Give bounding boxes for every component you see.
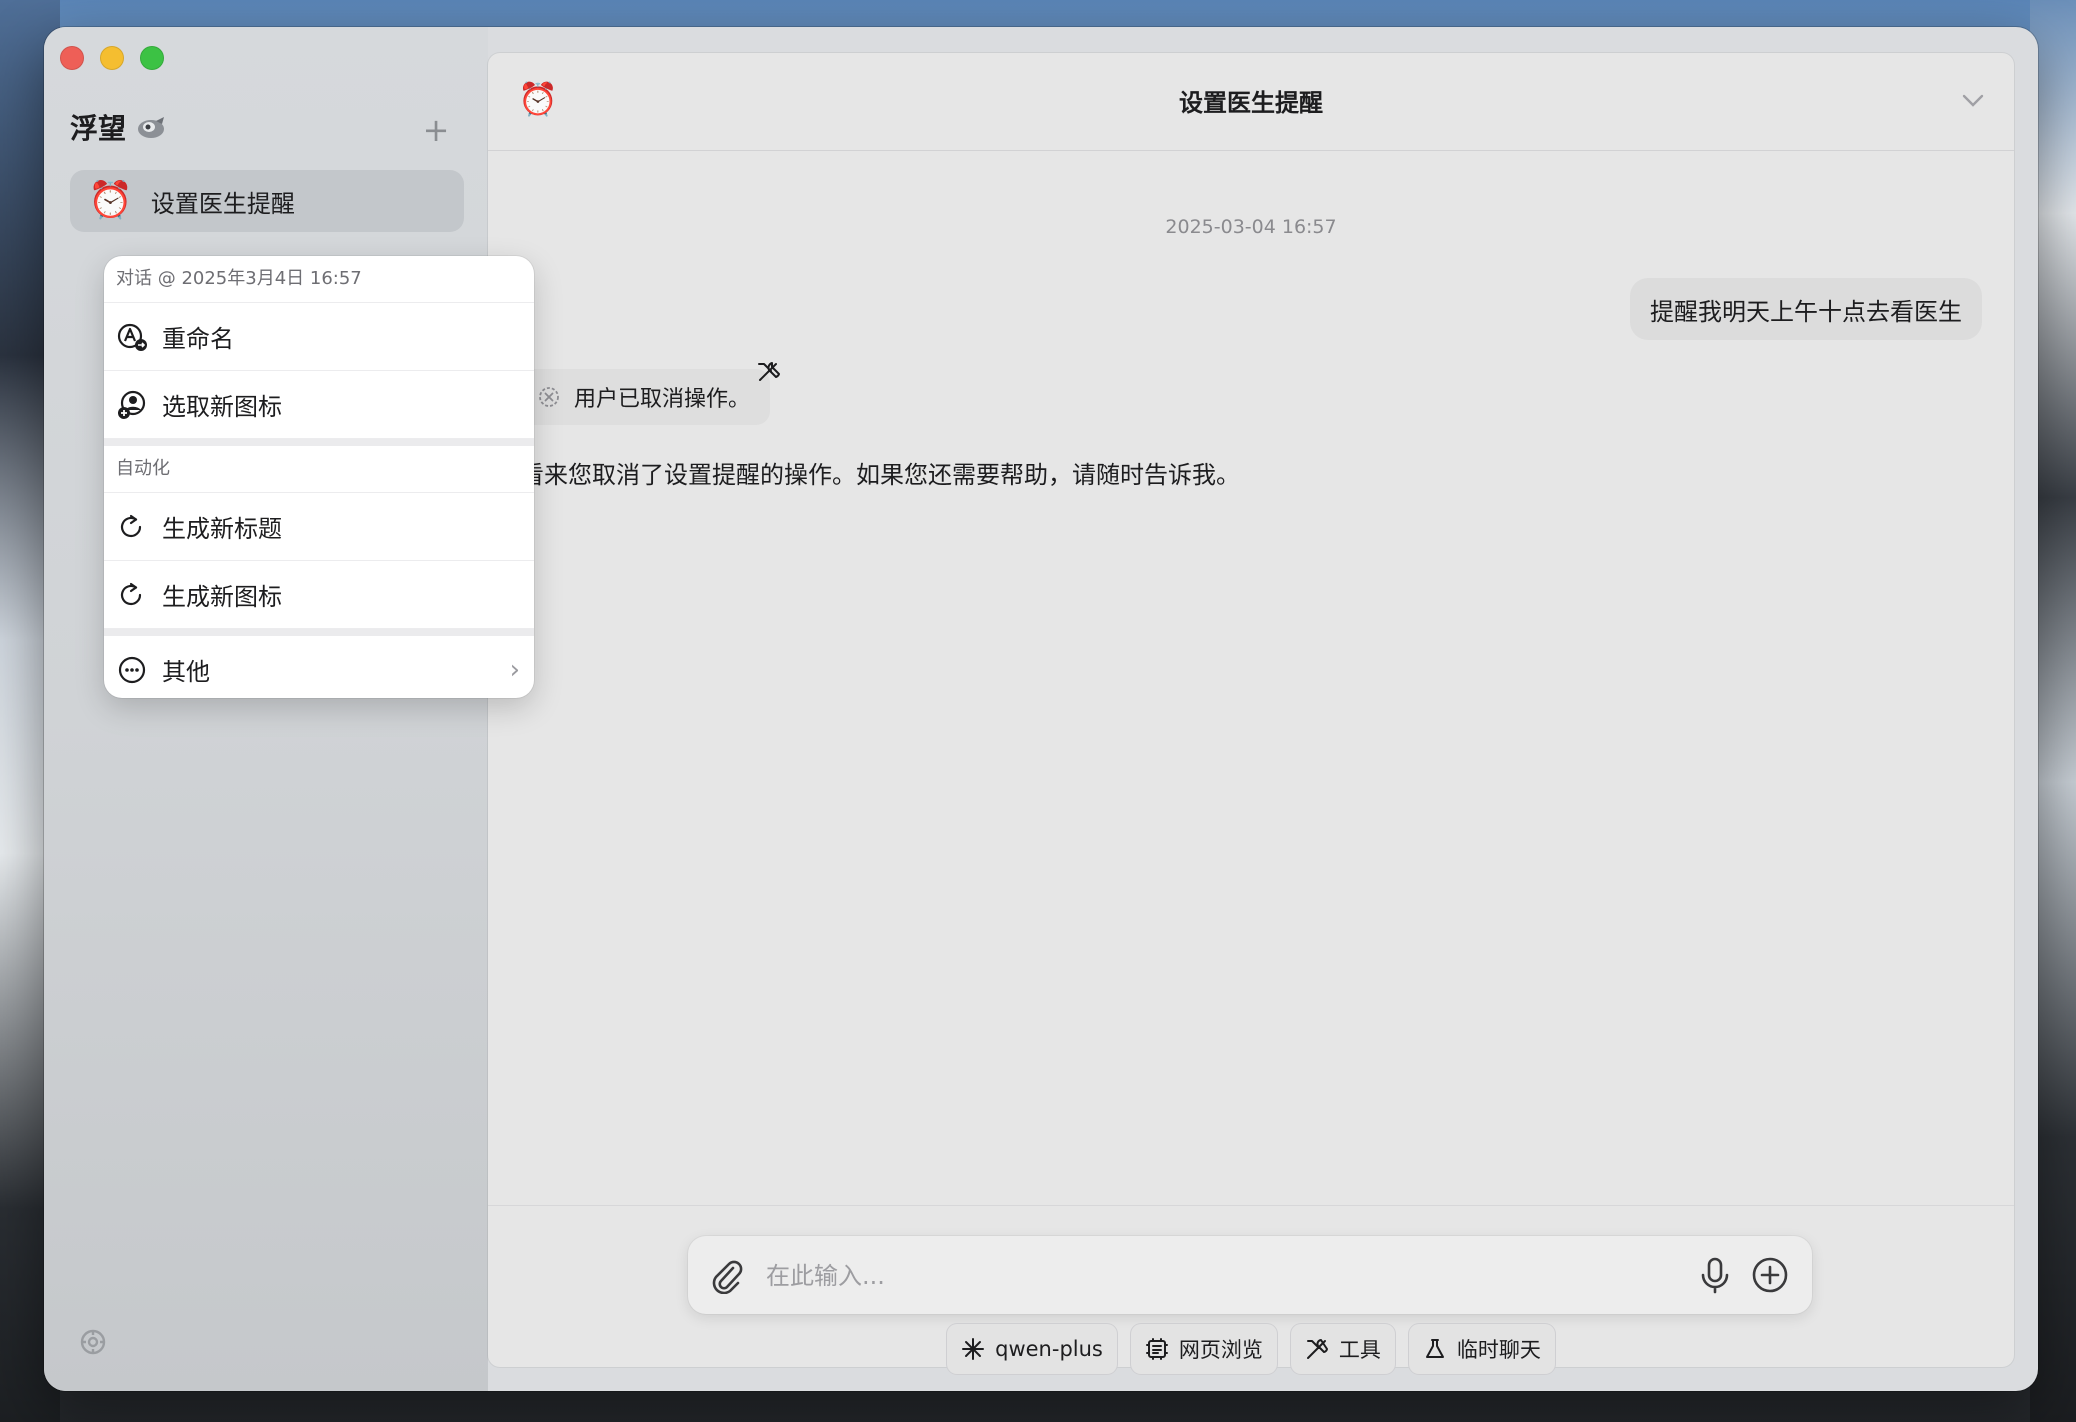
temporary-chat-chip[interactable]: 临时聊天 — [1408, 1324, 1555, 1374]
minimize-window-button[interactable] — [100, 46, 124, 70]
assistant-message-text: 看来您取消了设置提醒的操作。如果您还需要帮助，请随时告诉我。 — [520, 461, 1240, 489]
chat-title: 设置医生提醒 — [1179, 89, 1323, 117]
window-controls — [60, 46, 164, 70]
chevron-right-icon: › — [509, 654, 520, 685]
refresh-icon — [120, 582, 142, 605]
web-browse-icon — [1145, 1338, 1168, 1360]
conversation-context-menu: 对话 @ 2025年3月4日 16:57 重命名 选取新图标 自动化 生成新标题… — [104, 256, 534, 698]
menu-item-label: 生成新标题 — [162, 515, 282, 543]
menu-item-label: 重命名 — [162, 325, 234, 353]
menu-item-rename[interactable]: 重命名 — [104, 303, 534, 371]
web-browse-chip[interactable]: 网页浏览 — [1130, 1324, 1277, 1374]
sidebar-conversation-item[interactable]: ⏰ 设置医生提醒 — [70, 170, 464, 232]
flask-icon — [1425, 1339, 1444, 1358]
menu-separator — [104, 629, 534, 636]
menu-header: 对话 @ 2025年3月4日 16:57 — [104, 256, 534, 303]
chip-label: 工具 — [1338, 1338, 1381, 1362]
cancelled-icon — [539, 387, 559, 407]
microphone-icon[interactable] — [1698, 1256, 1732, 1294]
conversation-title: 设置医生提醒 — [150, 189, 295, 218]
settings-icon[interactable] — [78, 1327, 108, 1357]
chat-pane: ⏰ 设置医生提醒 2025-03-04 16:57 提醒我明天上午十点去看医生 … — [488, 53, 2014, 1374]
app-name: 浮望 — [70, 112, 127, 145]
app-title: 浮望 — [70, 107, 166, 147]
sidebar: 浮望 + ⏰ 设置医生提醒 — [44, 27, 488, 1391]
menu-item-label: 选取新图标 — [162, 393, 282, 421]
chevron-down-icon[interactable] — [1960, 87, 1986, 113]
refresh-icon — [120, 514, 142, 537]
pick-icon-icon — [118, 390, 146, 419]
add-circle-icon[interactable] — [1750, 1255, 1790, 1295]
alarm-clock-icon: ⏰ — [88, 180, 133, 221]
composer — [688, 1236, 1812, 1314]
chip-label: 网页浏览 — [1178, 1338, 1263, 1362]
composer-chips: qwen-plus 网页浏览 工具 临时聊天 — [488, 1324, 2014, 1374]
menu-separator — [104, 439, 534, 446]
menu-item-label: 其他 — [162, 658, 210, 686]
menu-item-label: 生成新图标 — [162, 583, 282, 611]
tool-call-status[interactable]: 用户已取消操作。 — [520, 369, 771, 425]
app-window: 浮望 + ⏰ 设置医生提醒 ⏰ 设置医生提醒 2025-03-04 16:57 … — [44, 27, 2038, 1391]
user-message-text: 提醒我明天上午十点去看医生 — [1650, 297, 1962, 326]
user-message-bubble: 提醒我明天上午十点去看医生 — [1630, 278, 1982, 340]
tool-status-text: 用户已取消操作。 — [574, 387, 751, 412]
chat-header: ⏰ 设置医生提醒 — [488, 53, 2014, 151]
rename-icon — [117, 323, 147, 351]
message-timestamp: 2025-03-04 16:57 — [1165, 216, 1337, 238]
menu-item-generate-title[interactable]: 生成新标题 — [104, 493, 534, 561]
more-icon — [118, 656, 146, 683]
menu-item-pick-icon[interactable]: 选取新图标 — [104, 371, 534, 439]
chip-label: qwen-plus — [995, 1337, 1103, 1361]
model-chip[interactable]: qwen-plus — [947, 1324, 1117, 1374]
close-window-button[interactable] — [60, 46, 84, 70]
tools-icon — [1306, 1339, 1328, 1359]
composer-area: qwen-plus 网页浏览 工具 — [488, 1205, 2014, 1374]
menu-item-generate-icon[interactable]: 生成新图标 — [104, 561, 534, 629]
chip-label: 临时聊天 — [1456, 1338, 1541, 1362]
message-input[interactable] — [764, 1250, 1668, 1302]
paperclip-icon[interactable] — [708, 1256, 744, 1294]
app-logo-icon — [138, 117, 165, 138]
menu-section-header: 自动化 — [104, 446, 534, 493]
menu-item-other[interactable]: 其他 › — [104, 636, 534, 698]
zoom-window-button[interactable] — [140, 46, 164, 70]
new-conversation-button[interactable]: + — [420, 114, 452, 147]
sparkle-icon — [962, 1338, 985, 1360]
tools-icon — [758, 362, 780, 381]
tools-chip[interactable]: 工具 — [1290, 1324, 1395, 1374]
